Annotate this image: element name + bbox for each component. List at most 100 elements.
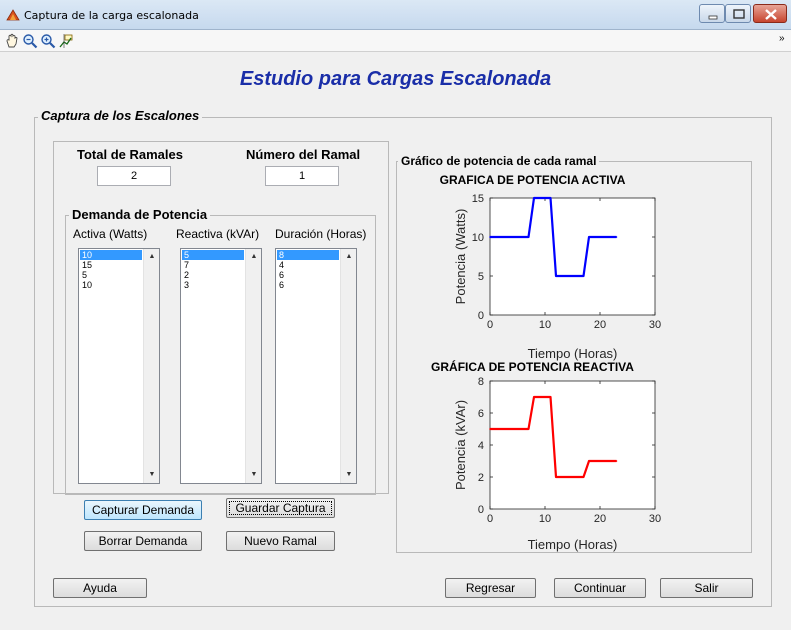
y-tick-label: 5: [478, 271, 484, 283]
close-icon: [765, 9, 777, 20]
maximize-icon: [733, 9, 745, 19]
data-point: [549, 197, 552, 199]
y-tick-label: 2: [478, 472, 484, 484]
ayuda-button[interactable]: Ayuda: [53, 578, 147, 598]
graph-panel-title: Gráfico de potencia de cada ramal: [398, 154, 600, 168]
maximize-button[interactable]: [725, 4, 751, 23]
zoom-in-plus-icon[interactable]: [40, 33, 56, 49]
list-item[interactable]: 6: [277, 280, 339, 290]
numero-ramal-label: Número del Ramal: [246, 147, 361, 162]
data-point: [555, 275, 557, 277]
x-axis-label: Tiempo (Horas): [528, 346, 618, 361]
plot-area: [489, 197, 656, 316]
x-tick-label: 30: [649, 319, 661, 331]
window-title: Captura de la carga escalonada: [24, 9, 199, 22]
y-tick-label: 4: [478, 440, 484, 452]
reactiva-items: 5 7 2 3: [182, 250, 244, 290]
list-item[interactable]: 8: [277, 250, 339, 260]
data-point: [582, 275, 585, 277]
chart-potencia-reactiva: GRÁFICA DE POTENCIA REACTIVA 0 10 20 30 0 2 4 6 8…: [431, 359, 661, 552]
data-point: [588, 236, 590, 238]
y-tick-label: 15: [472, 193, 484, 205]
chart-potencia-activa: GRAFICA DE POTENCIA ACTIVA 0 10 20 30 0 5 10 15 T…: [440, 173, 662, 361]
title-bar: Captura de la carga escalonada: [0, 0, 791, 30]
duracion-listbox[interactable]: 8 4 6 6 ▲ ▼: [275, 248, 357, 484]
y-axis-label: Potencia (Watts): [453, 209, 468, 305]
list-item[interactable]: 3: [182, 280, 244, 290]
scroll-up-icon[interactable]: ▲: [246, 249, 262, 265]
continuar-button[interactable]: Continuar: [554, 578, 646, 598]
data-point: [582, 476, 585, 478]
activa-items: 10 15 5 10: [80, 250, 142, 290]
list-item[interactable]: 10: [80, 280, 142, 290]
demanda-panel-title: Demanda de Potencia: [69, 207, 211, 222]
data-point: [533, 197, 535, 199]
scroll-up-icon[interactable]: ▲: [341, 249, 357, 265]
x-axis-label: Tiempo (Horas): [528, 537, 618, 552]
reactiva-column-label: Reactiva (kVAr): [176, 227, 260, 241]
duracion-scrollbar[interactable]: ▲ ▼: [340, 249, 356, 483]
chart-title: GRÁFICA DE POTENCIA REACTIVA: [431, 359, 634, 374]
duracion-column-label: Duración (Horas): [275, 227, 367, 241]
y-tick-label: 0: [478, 310, 484, 322]
list-item[interactable]: 5: [80, 270, 142, 280]
toolbar-overflow-icon[interactable]: »: [779, 33, 785, 44]
matlab-figure-icon: [6, 9, 20, 21]
borrar-demanda-button[interactable]: Borrar Demanda: [84, 531, 202, 551]
guardar-captura-button[interactable]: Guardar Captura: [226, 498, 335, 518]
activa-listbox[interactable]: 10 15 5 10 ▲ ▼: [78, 248, 160, 484]
data-point: [489, 428, 491, 430]
pan-icon[interactable]: [4, 33, 20, 49]
scroll-up-icon[interactable]: ▲: [144, 249, 160, 265]
minimize-icon: [708, 15, 718, 20]
data-point: [527, 428, 530, 430]
minimize-button[interactable]: [699, 4, 725, 23]
activa-column-label: Activa (Watts): [73, 227, 148, 241]
x-tick-label: 10: [539, 319, 551, 331]
page-title: Estudio para Cargas Escalonada: [239, 68, 552, 90]
y-tick-label: 8: [478, 376, 484, 388]
plot-area: [489, 380, 656, 510]
reactiva-scrollbar[interactable]: ▲ ▼: [245, 249, 261, 483]
data-point: [615, 460, 618, 462]
list-item[interactable]: 4: [277, 260, 339, 270]
y-tick-label: 10: [472, 232, 484, 244]
y-tick-label: 0: [478, 504, 484, 516]
regresar-button[interactable]: Regresar: [445, 578, 536, 598]
data-point: [615, 236, 618, 238]
zoom-in-icon[interactable]: [22, 33, 38, 49]
y-axis-label: Potencia (kVAr): [453, 400, 468, 490]
salir-button[interactable]: Salir: [660, 578, 753, 598]
figure-toolbar: »: [0, 30, 791, 52]
data-cursor-icon[interactable]: [58, 33, 74, 49]
list-item[interactable]: 10: [80, 250, 142, 260]
x-tick-label: 30: [649, 513, 661, 525]
charts-svg: GRAFICA DE POTENCIA ACTIVA0 10 20 30051015T…: [431, 173, 662, 552]
capturar-demanda-button[interactable]: Capturar Demanda: [84, 500, 202, 520]
scroll-down-icon[interactable]: ▼: [144, 467, 160, 483]
data-point: [527, 236, 530, 238]
x-tick-label: 0: [487, 513, 493, 525]
duracion-items: 8 4 6 6: [277, 250, 339, 290]
list-item[interactable]: 15: [80, 260, 142, 270]
chart-title: GRAFICA DE POTENCIA ACTIVA: [440, 173, 626, 187]
total-ramales-input[interactable]: 2: [97, 166, 171, 186]
activa-scrollbar[interactable]: ▲ ▼: [143, 249, 159, 483]
y-tick-label: 6: [478, 408, 484, 420]
data-point: [588, 460, 590, 462]
close-button[interactable]: [753, 4, 787, 23]
list-item[interactable]: 2: [182, 270, 244, 280]
x-tick-label: 0: [487, 319, 493, 331]
x-tick-label: 20: [594, 513, 606, 525]
scroll-down-icon[interactable]: ▼: [246, 467, 262, 483]
reactiva-listbox[interactable]: 5 7 2 3 ▲ ▼: [180, 248, 262, 484]
list-item[interactable]: 6: [277, 270, 339, 280]
list-item[interactable]: 7: [182, 260, 244, 270]
x-tick-label: 20: [594, 319, 606, 331]
list-item[interactable]: 5: [182, 250, 244, 260]
capture-panel-title: Captura de los Escalones: [38, 108, 203, 123]
data-point: [489, 236, 491, 238]
scroll-down-icon[interactable]: ▼: [341, 467, 357, 483]
numero-ramal-input[interactable]: 1: [265, 166, 339, 186]
nuevo-ramal-button[interactable]: Nuevo Ramal: [226, 531, 335, 551]
